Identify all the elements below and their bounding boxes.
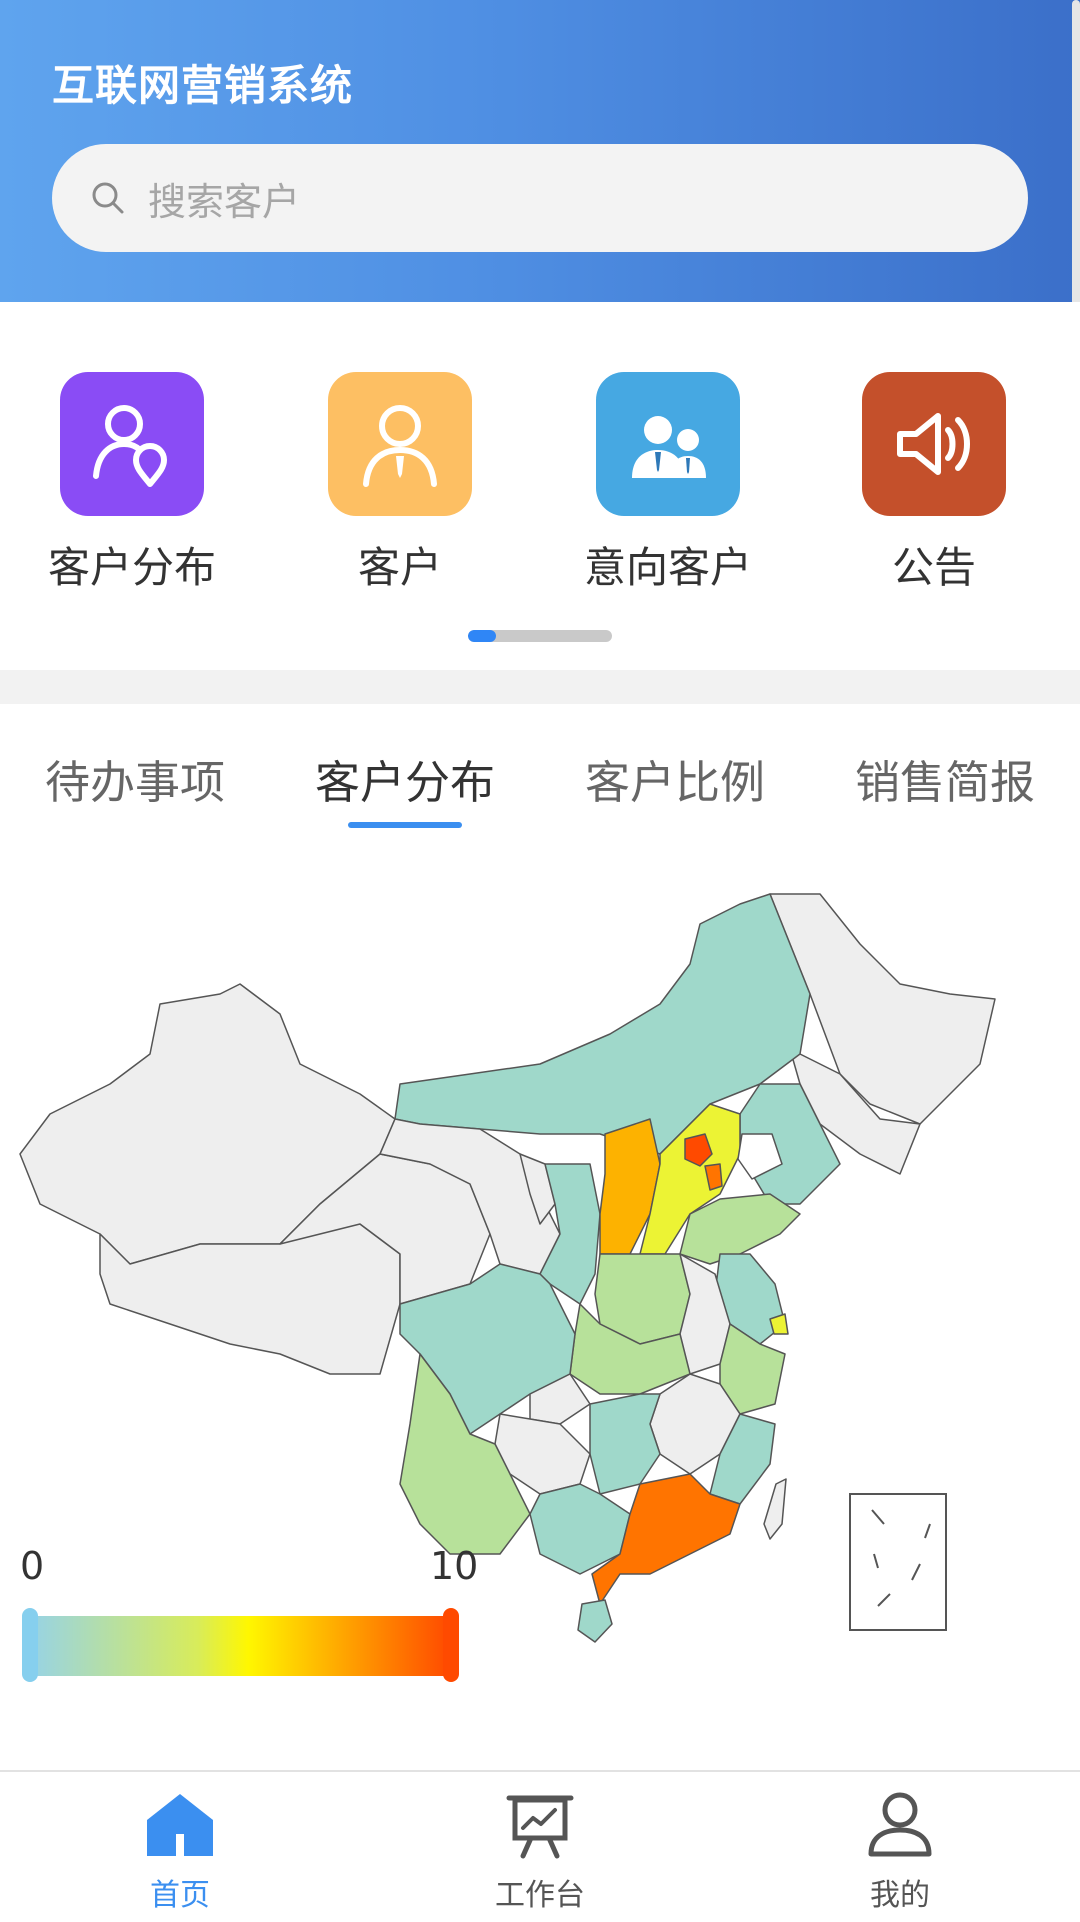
quick-item-intended-customer[interactable]: 意向客户 — [538, 372, 798, 595]
region-taiwan — [763, 1478, 787, 1540]
quick-item-customer[interactable]: 客户 — [270, 372, 530, 595]
tab-customer-ratio[interactable]: 客户比例 — [540, 746, 810, 811]
person-location-icon — [60, 372, 204, 516]
tab-todo[interactable]: 待办事项 — [0, 746, 270, 811]
person-tie-icon — [328, 372, 472, 516]
nav-home[interactable]: 首页 — [0, 1790, 360, 1914]
quick-entries-pager[interactable] — [468, 630, 612, 642]
home-icon — [147, 1794, 213, 1856]
search-input[interactable]: 搜索客户 — [148, 171, 300, 226]
people-group-icon — [596, 372, 740, 516]
speaker-icon — [862, 372, 1006, 516]
legend-min-handle[interactable] — [22, 1608, 38, 1682]
nav-label: 工作台 — [495, 1878, 585, 1913]
quick-item-label: 客户分布 — [47, 543, 216, 592]
legend-color-scale[interactable] — [30, 1616, 450, 1676]
region-hainan — [577, 1599, 613, 1643]
nav-mine[interactable]: 我的 — [720, 1790, 1080, 1914]
nav-workbench[interactable]: 工作台 — [360, 1790, 720, 1914]
nav-label: 我的 — [870, 1878, 930, 1913]
quick-entries: 客户分布 客户 意向客户 公告 — [0, 302, 1080, 670]
tab-sales-brief[interactable]: 销售简报 — [810, 746, 1080, 811]
bottom-navigation: 首页 工作台 我的 — [0, 1770, 1080, 1922]
legend-min-label: 0 — [20, 1544, 45, 1588]
quick-item-label: 意向客户 — [583, 543, 752, 592]
customer-distribution-map: 0 10 — [0, 834, 1080, 1770]
quick-item-announcement[interactable]: 公告 — [804, 372, 1064, 595]
user-profile-icon — [868, 1792, 932, 1857]
pager-indicator — [468, 630, 496, 642]
legend-max-label: 10 — [430, 1544, 479, 1588]
tab-bar: 待办事项 客户分布 客户比例 销售简报 — [0, 704, 1080, 834]
section-divider — [0, 670, 1080, 704]
nav-label: 首页 — [150, 1878, 210, 1913]
quick-item-customer-distribution[interactable]: 客户分布 — [2, 372, 262, 595]
quick-item-label: 客户 — [357, 543, 442, 592]
legend-max-handle[interactable] — [443, 1608, 459, 1682]
search-bar[interactable]: 搜索客户 — [52, 144, 1028, 252]
south-china-sea-inset — [849, 1493, 947, 1631]
region-hunan — [589, 1393, 661, 1495]
app-title: 互联网营销系统 — [52, 61, 354, 110]
header: 互联网营销系统 搜索客户 — [0, 0, 1080, 302]
search-icon — [92, 182, 124, 214]
active-tab-indicator — [348, 822, 462, 828]
tab-customer-distribution[interactable]: 客户分布 — [270, 746, 540, 811]
quick-item-label: 公告 — [891, 543, 976, 592]
presentation-board-icon — [506, 1795, 574, 1859]
